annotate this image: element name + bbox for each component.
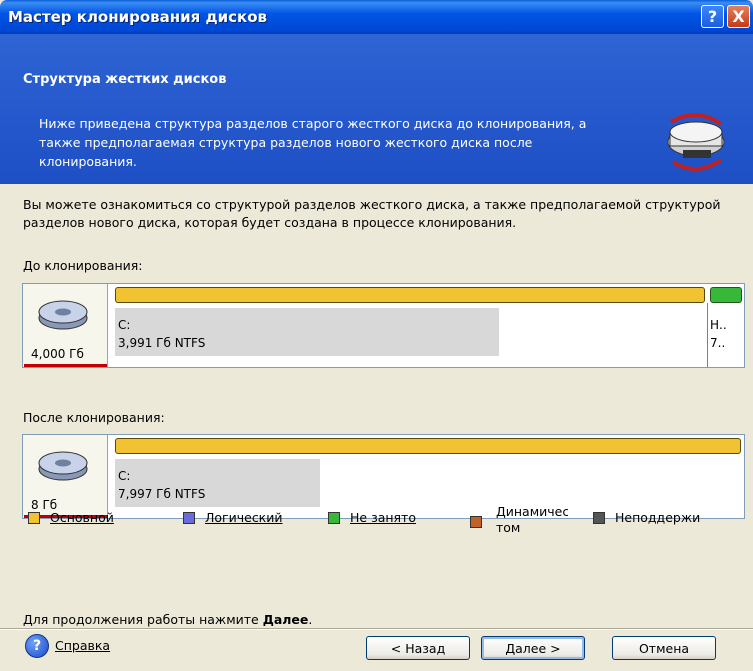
back-button[interactable]: < Назад (366, 636, 470, 660)
cancel-button[interactable]: Отмена (612, 636, 716, 660)
footer-hint: Для продолжения работы нажмите Далее. (23, 612, 312, 627)
before-disk-cell[interactable]: 4,000 Гб (23, 284, 108, 367)
partition-letter: C: (118, 469, 131, 483)
partition-info: 7,997 Гб NTFS (118, 487, 206, 501)
disk-clone-icon (667, 113, 725, 171)
before-partition-c[interactable]: C: 3,991 Гб NTFS (113, 284, 707, 367)
partition-bar (115, 287, 705, 303)
partition-info: 7.. (710, 336, 726, 350)
help-icon: ? (25, 634, 49, 658)
footer-divider (0, 628, 753, 629)
before-disk-size: 4,000 Гб (31, 347, 84, 361)
body-description: Вы можете ознакомиться со структурой раз… (23, 197, 721, 230)
partition-legend: Основной Логический Не занято Динамическ… (28, 504, 748, 550)
partition-letter: C: (118, 318, 131, 332)
partition-text: C: 7,997 Гб NTFS (118, 467, 205, 503)
before-partition-unallocated[interactable]: Н.. 7.. (708, 284, 744, 367)
partition-bar (710, 287, 742, 303)
legend-swatch (328, 512, 340, 524)
help-label: Справка (55, 638, 111, 653)
partition-text: Н.. 7.. (710, 316, 727, 352)
hint-bold: Далее (262, 612, 309, 627)
legend-swatch (470, 516, 482, 528)
hard-disk-icon (38, 451, 88, 481)
after-disk-cell[interactable]: 8 Гб (23, 435, 108, 518)
legend-label: Не занято (350, 510, 416, 525)
header-description: Ниже приведена структура разделов старог… (39, 116, 587, 169)
clone-wizard-window: Мастер клонирования дисков ? X Структура… (0, 0, 753, 671)
title-close-button[interactable]: X (727, 5, 750, 28)
after-partition-c[interactable]: C: 7,997 Гб NTFS (113, 435, 743, 518)
legend-label-line1: Динамически (496, 504, 568, 519)
hint-suffix: . (308, 612, 313, 627)
partition-letter: Н.. (710, 318, 727, 332)
before-disk-panel: 4,000 Гб C: 3,991 Гб NTFS Н.. 7.. (22, 283, 745, 368)
wizard-header: Структура жестких дисков Ниже приведена … (0, 34, 753, 184)
next-button[interactable]: Далее > (481, 636, 585, 660)
legend-swatch (593, 512, 605, 524)
partition-bar (115, 438, 741, 454)
legend-swatch (28, 512, 40, 524)
header-title: Структура жестких дисков (23, 72, 227, 87)
legend-swatch (183, 512, 195, 524)
hard-disk-icon (38, 300, 88, 330)
after-disk-panel: 8 Гб C: 7,997 Гб NTFS (22, 434, 745, 519)
after-label: После клонирования: (23, 410, 165, 425)
before-label: До клонирования: (23, 258, 143, 273)
partition-info: 3,991 Гб NTFS (118, 336, 206, 350)
legend-label: Основной (50, 510, 114, 525)
disk-underline (24, 364, 107, 367)
hint-prefix: Для продолжения работы нажмите (23, 612, 263, 627)
partition-text: C: 3,991 Гб NTFS (118, 316, 205, 352)
legend-label-line2: том (496, 520, 521, 535)
title-help-button[interactable]: ? (701, 5, 724, 28)
legend-label: Неподдержи (615, 510, 701, 525)
title-bar[interactable]: Мастер клонирования дисков ? X (0, 0, 753, 34)
window-title: Мастер клонирования дисков (8, 8, 267, 26)
legend-label: Логический (205, 510, 283, 525)
